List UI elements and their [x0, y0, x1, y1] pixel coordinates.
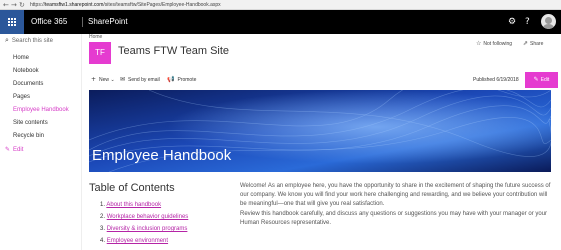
edit-label: Edit	[540, 77, 550, 83]
toc-link[interactable]: Workplace behavior guidelines	[107, 214, 189, 220]
help-icon[interactable]: ?	[525, 16, 530, 28]
toc-item[interactable]: 3. Diversity & inclusion programs	[100, 225, 187, 233]
toc-link[interactable]: Diversity & inclusion programs	[107, 226, 188, 232]
search-box[interactable]: ⌕ Search this site	[5, 35, 53, 46]
sharepoint-app-link[interactable]: SharePoint	[88, 16, 128, 28]
mail-icon: ✉	[120, 76, 126, 83]
follow-button[interactable]: ☆ Not following	[476, 40, 512, 48]
edit-page-button[interactable]: ✎ Edit	[525, 72, 558, 88]
nav-item-documents[interactable]: Documents	[13, 80, 43, 89]
hero-title: Employee Handbook	[92, 147, 232, 164]
breadcrumb[interactable]: Home	[89, 34, 102, 40]
nav-edit-link[interactable]: ✎ Edit	[5, 145, 23, 155]
toc-heading: Table of Contents	[89, 182, 175, 194]
send-label: Send by email	[128, 77, 160, 83]
site-title[interactable]: Teams FTW Team Site	[118, 44, 229, 58]
url-field[interactable]: https://teamsftw1.sharepoint.com/sites/t…	[30, 1, 221, 9]
office365-brand[interactable]: Office 365	[31, 16, 67, 28]
hero-banner: Employee Handbook	[89, 90, 551, 172]
nav-item-home[interactable]: Home	[13, 54, 29, 63]
toc-item[interactable]: 4. Employee environment	[100, 237, 168, 245]
browser-address-bar: ← → ↻ https://teamsftw1.sharepoint.com/s…	[0, 0, 561, 10]
forward-arrow-icon[interactable]: →	[11, 1, 17, 9]
welcome-paragraph: Welcome! As an employee here, you have t…	[240, 183, 551, 207]
new-label: New	[99, 77, 110, 83]
megaphone-icon: 📢	[167, 76, 175, 83]
promote-label: Promote	[177, 77, 197, 83]
nav-item-employee-handbook[interactable]: Employee Handbook	[13, 106, 69, 115]
review-paragraph: Review this handbook carefully, and disc…	[240, 211, 548, 226]
nav-item-pages[interactable]: Pages	[13, 93, 30, 102]
suite-bar: Office 365 SharePoint ⚙ ?	[0, 10, 561, 34]
search-icon: ⌕	[5, 36, 9, 44]
avatar[interactable]	[541, 14, 556, 29]
star-icon: ☆	[476, 40, 482, 47]
refresh-icon[interactable]: ↻	[19, 1, 25, 9]
send-by-email-button[interactable]: ✉ Send by email	[120, 76, 160, 84]
search-placeholder: Search this site	[11, 38, 53, 44]
nav-edit-label: Edit	[13, 147, 24, 153]
plus-icon: +	[91, 76, 97, 83]
pencil-icon: ✎	[533, 76, 539, 83]
nav-item-site-contents[interactable]: Site contents	[13, 119, 48, 128]
follow-label: Not following	[483, 41, 513, 47]
share-button[interactable]: ⇗ Share	[523, 40, 543, 48]
left-navigation: ⌕ Search this site Home Notebook Document…	[0, 34, 82, 250]
gear-icon[interactable]: ⚙	[508, 16, 516, 28]
share-label: Share	[530, 41, 544, 47]
back-arrow-icon[interactable]: ←	[3, 1, 9, 9]
pencil-icon: ✎	[5, 146, 11, 153]
nav-item-notebook[interactable]: Notebook	[13, 67, 39, 76]
site-logo[interactable]: TF	[89, 42, 111, 64]
suite-divider	[82, 17, 83, 27]
toc-link[interactable]: Employee environment	[107, 238, 168, 244]
nav-item-recycle-bin[interactable]: Recycle bin	[13, 132, 44, 141]
promote-button[interactable]: 📢 Promote	[167, 76, 196, 84]
chevron-down-icon: ⌄	[110, 77, 115, 83]
share-icon: ⇗	[523, 40, 529, 47]
published-status: Published 6/19/2018	[473, 77, 519, 83]
toc-item[interactable]: 1. About this handbook	[100, 201, 161, 209]
app-launcher-waffle-icon[interactable]	[0, 10, 24, 34]
new-button[interactable]: + New ⌄	[91, 76, 115, 84]
toc-item[interactable]: 2. Workplace behavior guidelines	[100, 213, 188, 221]
toc-link[interactable]: About this handbook	[106, 202, 161, 208]
